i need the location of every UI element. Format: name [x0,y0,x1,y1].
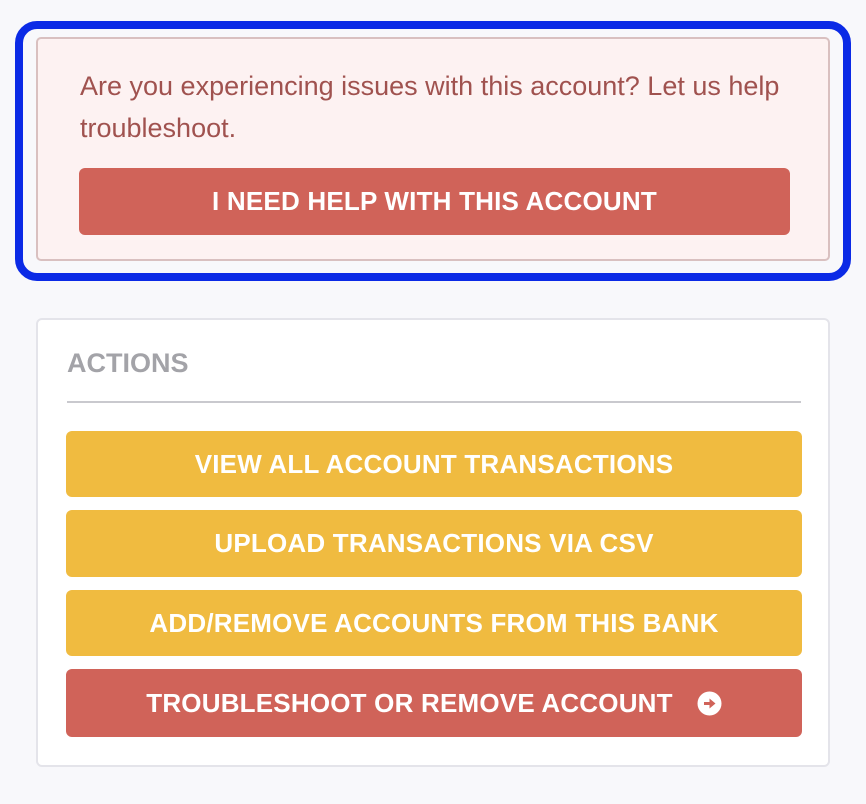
help-message: Are you experiencing issues with this ac… [80,71,780,143]
upload-csv-button[interactable]: UPLOAD TRANSACTIONS VIA CSV [66,510,802,577]
upload-csv-label: UPLOAD TRANSACTIONS VIA CSV [214,528,654,558]
add-remove-accounts-label: ADD/REMOVE ACCOUNTS FROM THIS BANK [149,607,719,638]
troubleshoot-remove-account-button[interactable]: TROUBLESHOOT OR REMOVE ACCOUNT [66,669,802,737]
help-alert-box: Are you experiencing issues with this ac… [36,37,830,261]
add-remove-accounts-button[interactable]: ADD/REMOVE ACCOUNTS FROM THIS BANK [66,590,802,656]
actions-divider [67,401,801,403]
view-transactions-label: VIEW ALL ACCOUNT TRANSACTIONS [194,448,674,479]
actions-panel: ACTIONS VIEW ALL ACCOUNT TRANSACTIONS UP… [36,318,830,767]
troubleshoot-label: TROUBLESHOOT OR REMOVE ACCOUNT [146,687,673,718]
actions-title: ACTIONS [67,348,189,378]
view-transactions-button[interactable]: VIEW ALL ACCOUNT TRANSACTIONS [66,431,802,497]
arrow-circle-right-icon [697,691,722,716]
need-help-button-label: I NEED HELP WITH THIS ACCOUNT [212,186,657,216]
need-help-button[interactable]: I NEED HELP WITH THIS ACCOUNT [79,168,790,235]
